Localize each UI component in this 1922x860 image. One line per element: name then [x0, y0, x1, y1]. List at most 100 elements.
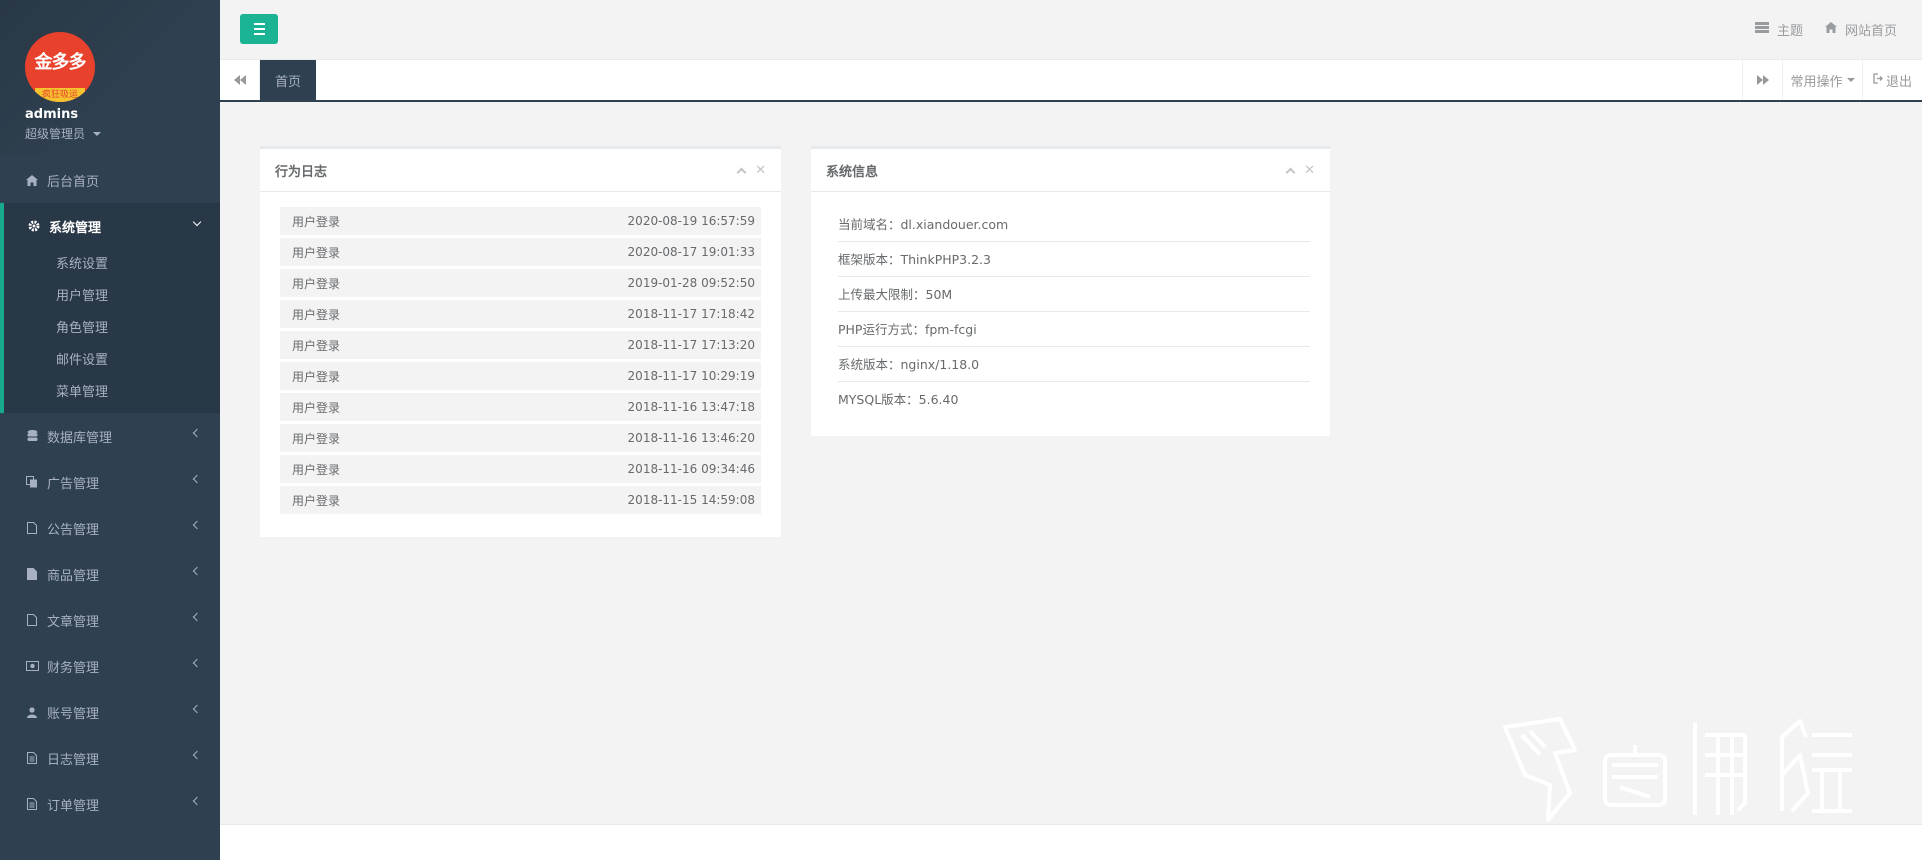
sidebar-item-system[interactable]: 系统管理: [4, 203, 220, 249]
double-right-arrow-icon: [1756, 75, 1769, 85]
log-row: 用户登录 2019-01-28 09:52:50: [280, 269, 761, 297]
sidebar-item-label: 后台首页: [47, 174, 100, 190]
common-ops-dropdown[interactable]: 常用操作: [1782, 60, 1862, 100]
sidebar-item-label: 账号管理: [47, 706, 100, 722]
avatar[interactable]: 金多多 疯狂吸运: [25, 32, 95, 102]
chevron-left-icon: [192, 428, 202, 438]
log-action: 用户登录: [292, 400, 341, 415]
top-right-links: 主题 网站首页: [1754, 20, 1897, 39]
logout-label: 退出: [1885, 74, 1912, 90]
log-row: 用户登录 2020-08-19 16:57:59: [280, 207, 761, 235]
log-time: 2018-11-15 14:59:08: [627, 493, 755, 507]
sidebar-item-label: 公告管理: [47, 522, 100, 538]
close-icon[interactable]: ✕: [1304, 164, 1315, 177]
close-icon[interactable]: ✕: [755, 164, 766, 177]
info-row-server: 系统版本：nginx/1.18.0: [838, 347, 1310, 382]
role-dropdown[interactable]: 超级管理员: [25, 125, 220, 142]
info-row-domain: 当前域名：dl.xiandouer.com: [838, 207, 1310, 242]
sidebar-item-label: 数据库管理: [47, 430, 113, 446]
sidebar-item-label: 订单管理: [47, 798, 100, 814]
file-icon: [25, 567, 39, 581]
tab-home[interactable]: 首页: [260, 60, 316, 100]
sidebar-item-label: 财务管理: [47, 660, 100, 676]
log-time: 2020-08-19 16:57:59: [627, 214, 755, 228]
sidebar-item-logs[interactable]: 日志管理: [0, 735, 220, 781]
hamburger-icon-bar: [253, 23, 265, 25]
logout-button[interactable]: 退出: [1862, 60, 1922, 100]
database-icon: [25, 429, 39, 443]
sidebar: 金多多 疯狂吸运 admins 超级管理员 后台首页 系统管理 系统设置 用户管…: [0, 0, 220, 860]
double-left-arrow-icon: [233, 75, 246, 85]
sidebar-item-label: 文章管理: [47, 614, 100, 630]
chevron-left-icon: [192, 658, 202, 668]
panel-tools: ✕: [736, 164, 766, 177]
sidebar-toggle-button[interactable]: [240, 14, 278, 44]
sidebar-item-finance[interactable]: 财务管理: [0, 643, 220, 689]
log-list: 用户登录 2020-08-19 16:57:59 用户登录 2020-08-17 1…: [260, 192, 781, 537]
log-action: 用户登录: [292, 369, 341, 384]
watermark-logo: [1500, 715, 1860, 829]
log-time: 2018-11-16 13:46:20: [627, 431, 755, 445]
info-row-framework: 框架版本：ThinkPHP3.2.3: [838, 242, 1310, 277]
chevron-left-icon: [192, 612, 202, 622]
sidebar-item-database[interactable]: 数据库管理: [0, 413, 220, 459]
money-icon: [25, 659, 39, 673]
content-tabs-bar: 首页 常用操作 退出: [220, 60, 1922, 102]
chevron-down-icon: [192, 217, 202, 227]
avatar-brand-text: 金多多: [34, 52, 87, 73]
sidebar-item-notice[interactable]: 公告管理: [0, 505, 220, 551]
system-info-panel: 系统信息 ✕ 当前域名：dl.xiandouer.com 框架版本：ThinkP…: [811, 146, 1330, 436]
caret-down-icon: [1846, 78, 1855, 82]
sidebar-item-home[interactable]: 后台首页: [0, 157, 220, 203]
theme-link[interactable]: 主题: [1754, 20, 1803, 39]
site-home-link[interactable]: 网站首页: [1824, 20, 1897, 39]
collapse-icon[interactable]: [736, 167, 747, 177]
sidebar-subitem-system-settings[interactable]: 系统设置: [4, 249, 220, 281]
sidebar-item-orders[interactable]: 订单管理: [0, 781, 220, 827]
user-icon: [25, 705, 39, 719]
sidebar-subitem-user-management[interactable]: 用户管理: [4, 281, 220, 313]
home-icon: [1824, 22, 1837, 37]
footer: [220, 824, 1922, 860]
hamburger-icon-bar: [253, 33, 265, 35]
log-row: 用户登录 2018-11-17 17:13:20: [280, 331, 761, 359]
sidebar-subitem-mail-settings[interactable]: 邮件设置: [4, 345, 220, 377]
common-ops-label: 常用操作: [1790, 74, 1843, 90]
log-row: 用户登录 2018-11-16 13:46:20: [280, 424, 761, 452]
log-action: 用户登录: [292, 493, 341, 508]
sidebar-item-label: 日志管理: [47, 752, 100, 768]
sidebar-subitem-menu-management[interactable]: 菜单管理: [4, 377, 220, 409]
sidebar-item-ads[interactable]: 广告管理: [0, 459, 220, 505]
sidebar-item-products[interactable]: 商品管理: [0, 551, 220, 597]
log-action: 用户登录: [292, 462, 341, 477]
tabs-scroll-left-button[interactable]: [220, 60, 260, 100]
log-time: 2018-11-16 13:47:18: [627, 400, 755, 414]
log-time: 2020-08-17 19:01:33: [627, 245, 755, 259]
username: admins: [25, 107, 79, 122]
log-row: 用户登录 2018-11-17 17:18:42: [280, 300, 761, 328]
info-row-php-mode: PHP运行方式：fpm-fcgi: [838, 312, 1310, 347]
sidebar-item-label: 系统管理: [49, 220, 102, 236]
log-time: 2019-01-28 09:52:50: [627, 276, 755, 290]
log-row: 用户登录 2018-11-16 13:47:18: [280, 393, 761, 421]
sidebar-item-accounts[interactable]: 账号管理: [0, 689, 220, 735]
tabs-scroll-right-button[interactable]: [1742, 60, 1782, 100]
site-home-label: 网站首页: [1844, 24, 1897, 39]
file-outline-icon: [25, 613, 39, 627]
info-row-mysql: MYSQL版本：5.6.40: [838, 392, 959, 407]
panel-title: 系统信息: [826, 164, 879, 180]
sidebar-item-label: 广告管理: [47, 476, 100, 492]
panel-header: 系统信息 ✕: [811, 149, 1330, 192]
home-icon: [25, 173, 39, 187]
file-outline-icon: [25, 521, 39, 535]
caret-down-icon: [93, 131, 102, 136]
sidebar-item-articles[interactable]: 文章管理: [0, 597, 220, 643]
copy-icon: [25, 475, 39, 489]
panel-tools: ✕: [1285, 164, 1315, 177]
log-action: 用户登录: [292, 276, 341, 291]
collapse-icon[interactable]: [1285, 167, 1296, 177]
gear-icon: [27, 219, 41, 233]
role-label: 超级管理员: [25, 127, 86, 141]
chevron-left-icon: [192, 704, 202, 714]
sidebar-subitem-role-management[interactable]: 角色管理: [4, 313, 220, 345]
